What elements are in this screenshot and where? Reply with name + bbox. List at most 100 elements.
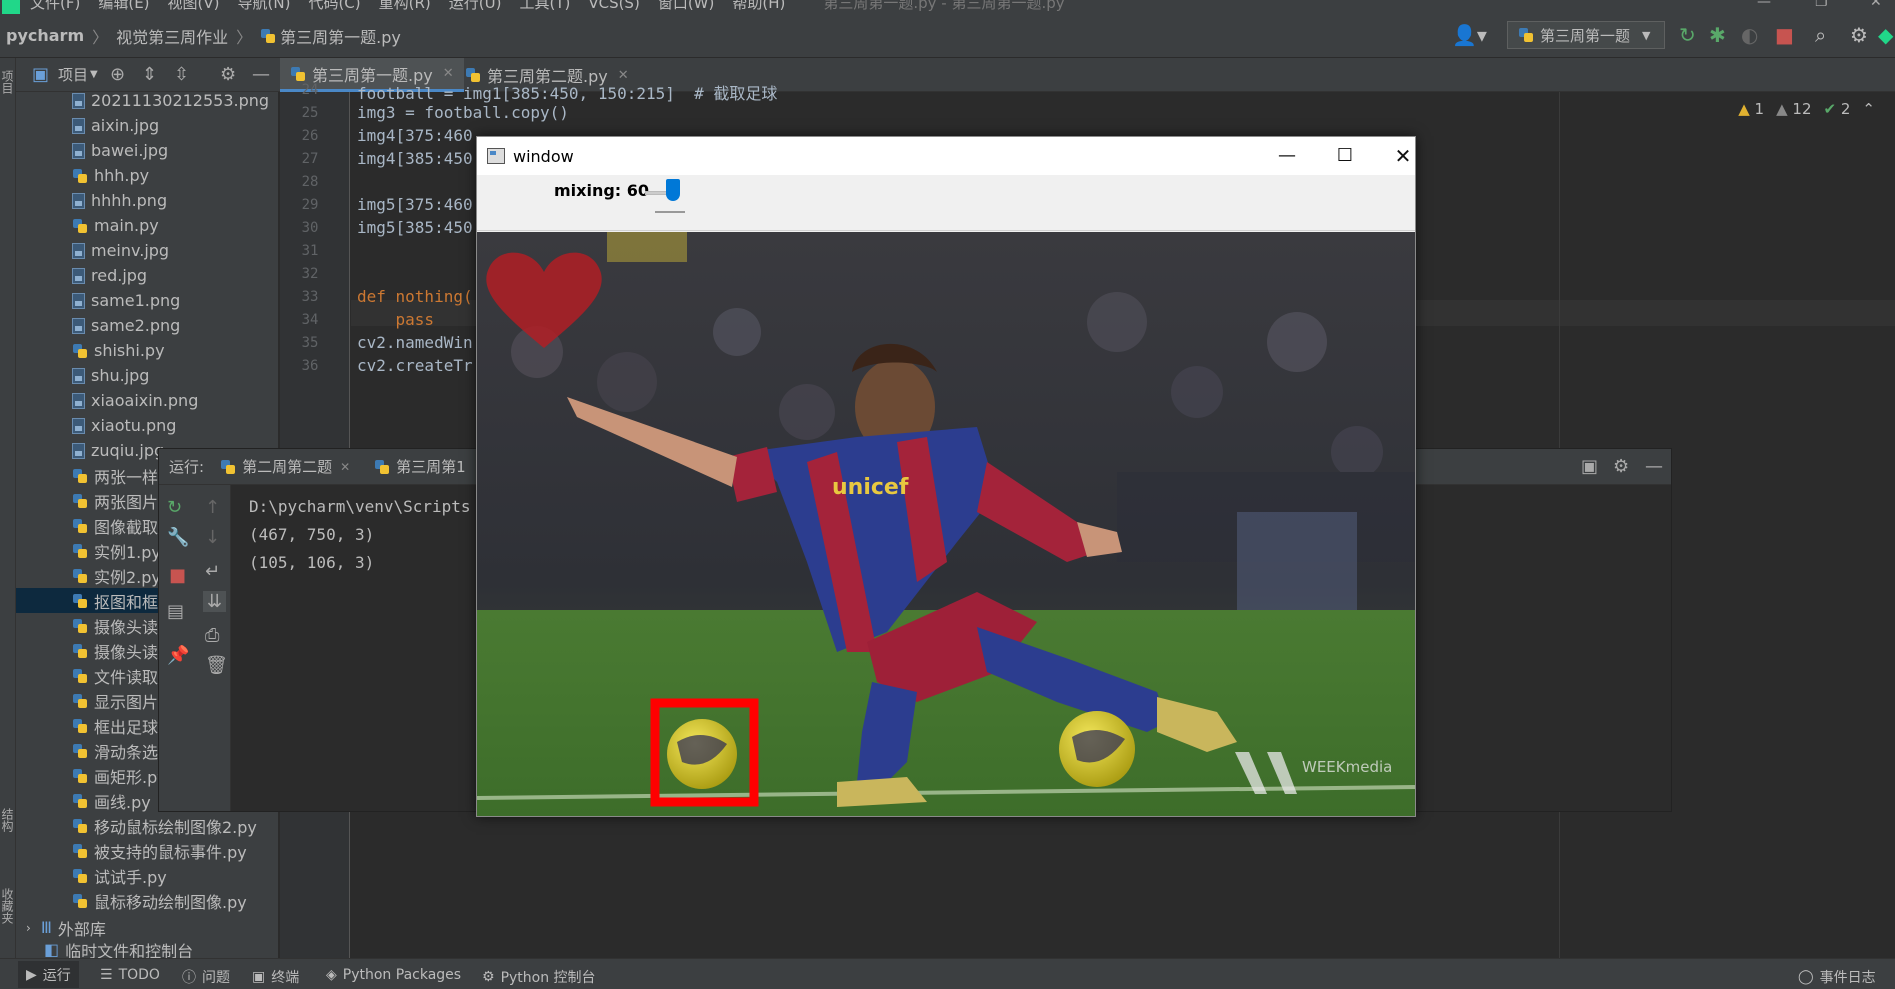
- tree-file-item[interactable]: aixin.jpg: [16, 113, 278, 138]
- close-icon[interactable]: ✕: [1870, 0, 1882, 10]
- tree-file-item[interactable]: bawei.jpg: [16, 138, 278, 163]
- code-line[interactable]: cv2.namedWin: [357, 333, 473, 352]
- profile-icon[interactable]: ◐: [1741, 24, 1758, 46]
- project-tool-button[interactable]: 项目: [0, 70, 16, 94]
- user-icon[interactable]: 👤▾: [1452, 24, 1487, 46]
- gear-icon[interactable]: ⚙: [220, 64, 236, 85]
- opencv-window[interactable]: window — ☐ ✕ mixing: 60 unicef WEEKmedia: [476, 136, 1416, 817]
- run-tool-button[interactable]: ▶ 运行: [18, 961, 79, 988]
- inspection-widget[interactable]: ▲ 1 ▲ 12 ✔ 2 ⌃: [1738, 100, 1875, 118]
- terminal-tool-button[interactable]: ▣ 终端: [252, 967, 299, 987]
- layout-icon[interactable]: ▤: [167, 601, 184, 622]
- arrow-up-icon[interactable]: ↑: [205, 497, 220, 518]
- problems-tool-button[interactable]: ⓘ 问题: [182, 967, 230, 987]
- tree-file-item[interactable]: 移动鼠标绘制图像2.py: [16, 813, 278, 838]
- close-tab-icon[interactable]: ✕: [443, 66, 454, 81]
- menu-view[interactable]: 视图(V): [168, 0, 220, 11]
- search-icon[interactable]: ⌕: [1815, 24, 1826, 46]
- window-app-icon: [487, 148, 505, 164]
- tree-file-item[interactable]: same2.png: [16, 313, 278, 338]
- code-line[interactable]: img4[385:450: [357, 149, 473, 168]
- rerun-icon[interactable]: ↻: [167, 497, 182, 518]
- arrow-down-icon[interactable]: ↓: [205, 527, 220, 548]
- pin-icon[interactable]: 📌: [167, 645, 189, 666]
- code-line[interactable]: def nothing(: [357, 287, 473, 306]
- tree-file-item[interactable]: meinv.jpg: [16, 238, 278, 263]
- minimize-icon[interactable]: —: [1267, 141, 1307, 171]
- menu-help[interactable]: 帮助(H): [732, 0, 785, 11]
- breadcrumb-file[interactable]: 第三周第一题.py: [260, 24, 401, 48]
- breadcrumb-folder[interactable]: 视觉第三周作业: [116, 24, 228, 48]
- stop-icon[interactable]: ■: [1775, 24, 1794, 46]
- code-line[interactable]: football = img1[385:450, 150:215] # 截取足球: [357, 80, 777, 104]
- gear-icon[interactable]: ⚙: [1613, 456, 1629, 477]
- tree-scratches[interactable]: ◧ 临时文件和控制台: [16, 937, 278, 958]
- tree-file-item[interactable]: main.py: [16, 213, 278, 238]
- event-log-button[interactable]: ◯ 事件日志: [1798, 967, 1876, 987]
- tree-file-item[interactable]: hhhh.png: [16, 188, 278, 213]
- soft-wrap-icon[interactable]: ↵: [205, 561, 220, 582]
- tree-file-item[interactable]: shishi.py: [16, 338, 278, 363]
- plugin-icon[interactable]: ◆: [1878, 24, 1893, 46]
- print-icon[interactable]: ⎙: [205, 625, 219, 646]
- expand-all-icon[interactable]: ⇕: [142, 64, 157, 85]
- menu-vcs[interactable]: VCS(S): [588, 0, 639, 11]
- breadcrumb-project[interactable]: pycharm: [6, 26, 84, 45]
- menu-code[interactable]: 代码(C): [308, 0, 360, 11]
- close-icon[interactable]: ✕: [1383, 141, 1423, 171]
- locate-icon[interactable]: ⊕: [110, 64, 125, 85]
- tree-file-item[interactable]: shu.jpg: [16, 363, 278, 388]
- menu-file[interactable]: 文件(F): [30, 0, 80, 11]
- wrench-icon[interactable]: 🔧: [167, 527, 189, 548]
- run-tab-1[interactable]: 第二周第二题 ✕: [220, 456, 350, 477]
- maximize-icon[interactable]: ☐: [1325, 141, 1365, 171]
- code-line[interactable]: img5[375:460: [357, 195, 473, 214]
- python-packages-tool-button[interactable]: ◈ Python Packages: [326, 967, 461, 983]
- code-line[interactable]: cv2.createTr: [357, 356, 473, 375]
- maximize-icon[interactable]: ❐: [1815, 0, 1828, 10]
- chevron-down-icon[interactable]: ▼: [90, 69, 98, 80]
- collapse-all-icon[interactable]: ⇳: [174, 64, 189, 85]
- trackbar-thumb[interactable]: [666, 179, 680, 201]
- hide-icon[interactable]: —: [252, 64, 270, 85]
- todo-tool-button[interactable]: ☰ TODO: [100, 967, 160, 983]
- python-console-tool-button[interactable]: ⚙ Python 控制台: [482, 967, 596, 987]
- tree-file-item[interactable]: xiaotu.png: [16, 413, 278, 438]
- scroll-to-end-icon[interactable]: ⇊: [203, 591, 227, 612]
- run-tab-2[interactable]: 第三周第1: [374, 456, 466, 477]
- minimize-icon[interactable]: —: [1757, 0, 1771, 10]
- layout-icon[interactable]: ▣: [1581, 456, 1598, 477]
- project-panel-title[interactable]: 项目: [58, 64, 88, 85]
- tree-file-item[interactable]: xiaoaixin.png: [16, 388, 278, 413]
- gear-icon[interactable]: ⚙: [1850, 24, 1868, 46]
- run-configuration-select[interactable]: 第三周第一题 ▼: [1507, 21, 1665, 49]
- favorites-tool-button[interactable]: 收藏夹: [0, 888, 16, 924]
- menu-run[interactable]: 运行(U): [449, 0, 502, 11]
- tree-file-item[interactable]: 20211130212553.png: [16, 92, 278, 113]
- menu-refactor[interactable]: 重构(R): [379, 0, 431, 11]
- menu-navigate[interactable]: 导航(N): [238, 0, 291, 11]
- tree-file-item[interactable]: same1.png: [16, 288, 278, 313]
- debug-icon[interactable]: ✱: [1709, 24, 1726, 46]
- code-line[interactable]: img3 = football.copy(): [357, 103, 569, 122]
- close-tab-icon[interactable]: ✕: [340, 460, 350, 474]
- stop-icon[interactable]: ■: [169, 565, 186, 586]
- python-file-icon: [72, 593, 88, 609]
- rerun-icon[interactable]: ↻: [1679, 24, 1696, 46]
- trash-icon[interactable]: 🗑: [205, 655, 228, 676]
- opencv-title-bar[interactable]: window — ☐ ✕: [477, 137, 1415, 175]
- tree-file-item[interactable]: 被支持的鼠标事件.py: [16, 838, 278, 863]
- menu-edit[interactable]: 编辑(E): [98, 0, 149, 11]
- hide-icon[interactable]: —: [1645, 456, 1663, 477]
- structure-tool-button[interactable]: 结构: [0, 808, 16, 832]
- tree-file-item[interactable]: red.jpg: [16, 263, 278, 288]
- chevron-up-icon[interactable]: ⌃: [1862, 100, 1875, 118]
- menu-window[interactable]: 窗口(W): [658, 0, 715, 11]
- tree-file-item[interactable]: 鼠标移动绘制图像.py: [16, 888, 278, 913]
- tree-file-item[interactable]: 试试手.py: [16, 863, 278, 888]
- tree-file-item[interactable]: hhh.py: [16, 163, 278, 188]
- code-line[interactable]: img4[375:460: [357, 126, 473, 145]
- menu-tools[interactable]: 工具(T): [519, 0, 570, 11]
- code-line[interactable]: pass: [357, 310, 435, 329]
- code-line[interactable]: img5[385:450: [357, 218, 473, 237]
